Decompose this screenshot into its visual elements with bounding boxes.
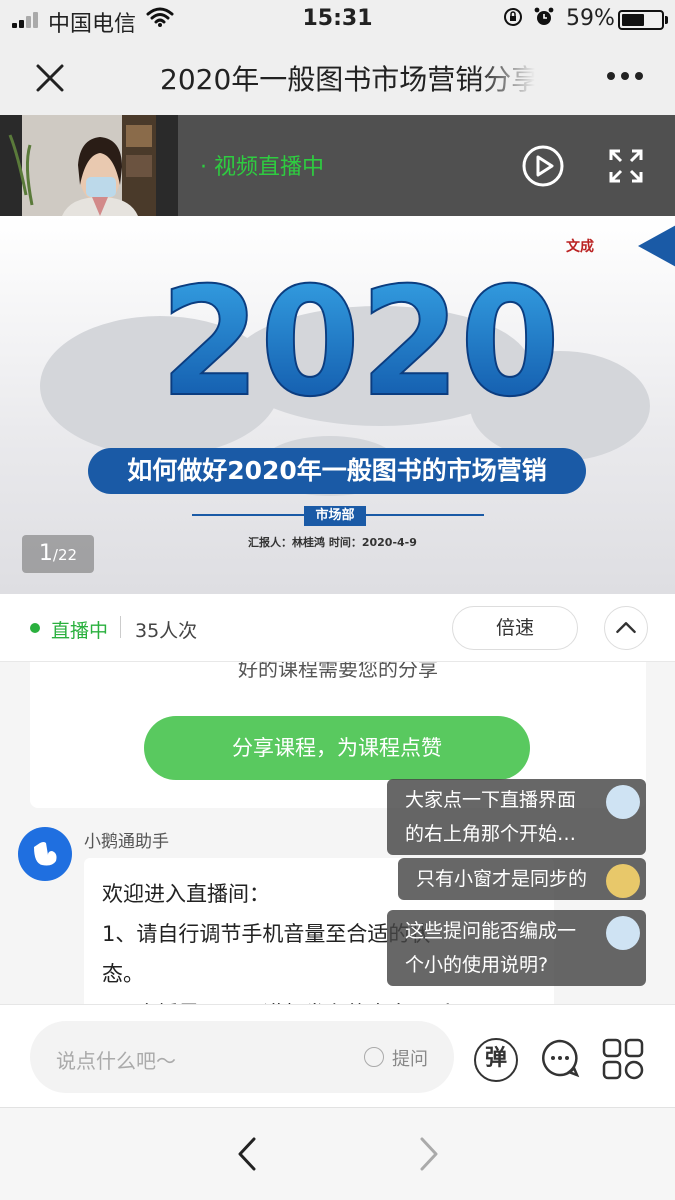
more-icon[interactable] <box>605 72 645 82</box>
battery-icon <box>618 10 668 30</box>
live-status: 直播中 <box>51 620 109 642</box>
reporter-line: 汇报人：林桂鸿 时间：2020-4-9 <box>248 536 417 549</box>
fullscreen-icon[interactable] <box>608 148 644 184</box>
share-course-button[interactable]: 分享课程，为课程点赞 <box>144 716 530 780</box>
slide-headline: 如何做好2020年一般图书的市场营销 <box>88 448 586 494</box>
page-title: 2020年一般图书市场营销分享 <box>160 63 535 96</box>
browser-nav-bar <box>0 1107 675 1200</box>
comment-icon[interactable] <box>540 1038 580 1078</box>
danmu-toggle-button[interactable]: 弹 <box>474 1038 518 1082</box>
danmu-bubble: 大家点一下直播界面 的右上角那个开始… <box>387 779 646 855</box>
video-live-label: · 视频直播中 <box>200 155 324 180</box>
divider <box>192 514 304 516</box>
corner-arrow-icon <box>638 225 675 267</box>
svg-text:2020: 2020 <box>160 276 560 406</box>
department-label: 市场部 <box>304 506 366 526</box>
user-avatar <box>606 864 640 898</box>
video-bar: · 视频直播中 <box>0 115 675 216</box>
ask-radio[interactable] <box>364 1047 384 1067</box>
rotation-lock-icon <box>504 8 522 26</box>
live-dot-icon <box>30 623 40 633</box>
user-avatar <box>606 916 640 950</box>
slide-pager: 1/22 <box>22 535 94 573</box>
live-info-bar: 直播中 35人次 倍速 <box>0 594 675 662</box>
ask-label[interactable]: 提问 <box>392 1045 428 1071</box>
nav-bar: 2020年一般图书市场营销分享 <box>0 38 675 115</box>
chat-area[interactable]: 好的课程需要您的分享 分享课程，为课程点赞 小鹅通助手 欢迎进入直播间： 1、请… <box>0 662 675 1004</box>
battery-percent: 59% <box>566 6 615 31</box>
input-bar: 说点什么吧～ 提问 弹 <box>0 1004 675 1107</box>
chevron-up-icon[interactable] <box>604 606 648 650</box>
close-icon[interactable] <box>30 58 70 98</box>
user-avatar <box>606 785 640 819</box>
speed-button[interactable]: 倍速 <box>452 606 578 650</box>
status-bar: 中国电信 15:31 59% <box>0 0 675 38</box>
assistant-avatar <box>18 827 72 881</box>
comment-input[interactable]: 说点什么吧～ 提问 <box>30 1021 454 1093</box>
play-icon[interactable] <box>522 145 564 187</box>
assistant-name: 小鹅通助手 <box>84 832 169 852</box>
apps-grid-icon[interactable] <box>602 1038 644 1080</box>
input-placeholder: 说点什么吧～ <box>56 1049 176 1073</box>
divider <box>120 616 121 638</box>
presentation-slide[interactable]: 文成 2020 如何做好2020年一般图书的市场营销 市场部 汇报人：林桂鸿 时… <box>0 216 675 594</box>
danmu-bubble: 只有小窗才是同步的 <box>398 858 646 900</box>
message-line: 2、直播界面显示讲师发布的内容，听 <box>102 994 536 1004</box>
alarm-icon <box>534 7 554 25</box>
share-card-text: 好的课程需要您的分享 <box>238 662 438 680</box>
year-graphic: 2020 <box>159 276 561 406</box>
brand-logo: 文成 <box>566 239 594 255</box>
forward-arrow-icon[interactable] <box>414 1136 444 1172</box>
danmu-bubble: 这些提问能否编成一 个小的使用说明? <box>387 910 646 986</box>
viewer-count: 35人次 <box>135 620 198 642</box>
back-arrow-icon[interactable] <box>232 1136 262 1172</box>
divider <box>366 514 484 516</box>
presenter-video-thumbnail[interactable] <box>0 115 178 216</box>
